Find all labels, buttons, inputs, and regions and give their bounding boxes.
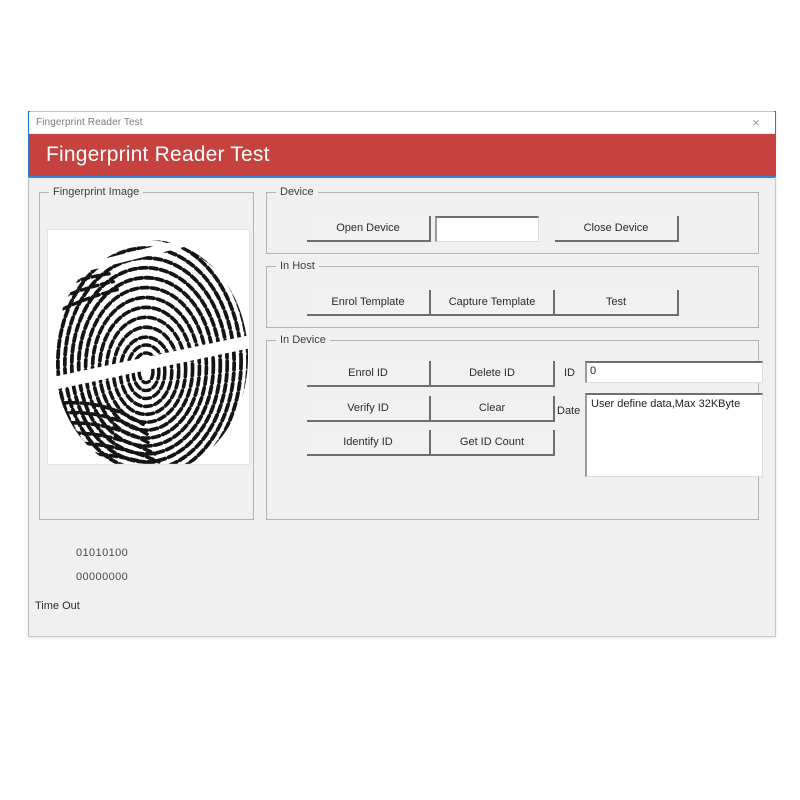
fingerprint-image-display[interactable]	[47, 229, 250, 465]
in-host-group-label: In Host	[276, 260, 319, 272]
client-area: Fingerprint Image Device Open Device Clo…	[29, 178, 775, 636]
status-text: Time Out	[35, 600, 80, 612]
enrol-id-button[interactable]: Enrol ID	[307, 361, 431, 387]
test-button[interactable]: Test	[555, 290, 679, 316]
open-device-button[interactable]: Open Device	[307, 216, 431, 242]
verify-id-button[interactable]: Verify ID	[307, 396, 431, 422]
device-groupbox: Device Open Device Close Device	[266, 186, 759, 254]
close-icon[interactable]: ×	[737, 112, 775, 133]
device-input[interactable]	[435, 216, 539, 242]
get-id-count-button[interactable]: Get ID Count	[431, 430, 555, 456]
log-line-2: 00000000	[76, 571, 129, 583]
id-field-label: ID	[564, 367, 575, 379]
id-input[interactable]: 0	[585, 361, 763, 383]
in-device-group-label: In Device	[276, 334, 330, 346]
app-header-banner: Fingerprint Reader Test	[29, 133, 775, 178]
device-group-label: Device	[276, 186, 318, 198]
fingerprint-image-groupbox: Fingerprint Image	[39, 186, 254, 520]
capture-template-button[interactable]: Capture Template	[431, 290, 555, 316]
log-line-1: 01010100	[76, 547, 129, 559]
identify-id-button[interactable]: Identify ID	[307, 430, 431, 456]
date-textarea[interactable]: User define data,Max 32KByte	[585, 393, 763, 477]
clear-button[interactable]: Clear	[431, 396, 555, 422]
fingerprint-image-group-label: Fingerprint Image	[49, 186, 144, 198]
application-window: Fingerprint Reader Test × Fingerprint Re…	[28, 111, 776, 637]
fingerprint-graphic	[48, 230, 249, 464]
page-title: Fingerprint Reader Test	[46, 142, 270, 166]
delete-id-button[interactable]: Delete ID	[431, 361, 555, 387]
in-device-groupbox: In Device Enrol ID Delete ID Verify ID C…	[266, 334, 763, 520]
in-host-groupbox: In Host Enrol Template Capture Template …	[266, 260, 759, 328]
enrol-template-button[interactable]: Enrol Template	[307, 290, 431, 316]
window-title-bar[interactable]: Fingerprint Reader Test ×	[29, 112, 775, 134]
date-field-label: Date	[557, 405, 581, 417]
window-title-text: Fingerprint Reader Test	[36, 117, 143, 128]
close-device-button[interactable]: Close Device	[555, 216, 679, 242]
